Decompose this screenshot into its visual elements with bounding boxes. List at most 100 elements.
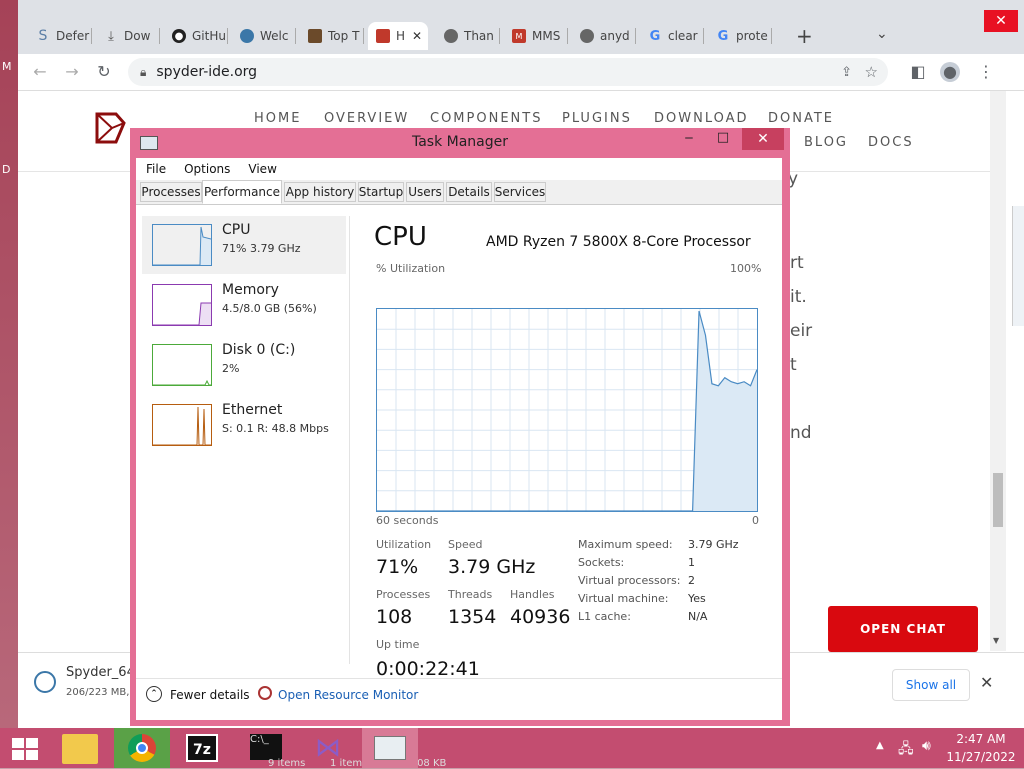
browser-tab[interactable]: ⤓ Dow xyxy=(96,22,160,50)
browser-tab[interactable]: Top T xyxy=(300,22,364,50)
chevron-up-icon[interactable]: ⌃ xyxy=(146,686,162,702)
address-bar[interactable]: 🔒︎ spyder-ide.org ⇪ ☆ xyxy=(128,58,888,86)
google-icon: G xyxy=(649,28,661,44)
show-hidden-icons[interactable]: ▲ xyxy=(876,740,884,751)
tab-startup[interactable]: Startup xyxy=(358,182,404,202)
google-icon: G xyxy=(717,28,729,44)
reload-icon[interactable]: ↻ xyxy=(94,62,114,82)
share-icon[interactable]: ⇪ xyxy=(841,65,852,80)
sidebar-item-ethernet[interactable]: Ethernet S: 0.1 R: 48.8 Mbps xyxy=(142,396,346,454)
fewer-details-link[interactable]: Fewer details xyxy=(170,688,250,702)
tab-services[interactable]: Services xyxy=(494,182,546,202)
graph-time-left: 60 seconds xyxy=(376,514,439,527)
footer-divider xyxy=(136,678,782,679)
nav-docs[interactable]: DOCS xyxy=(868,135,914,150)
uptime-value: 0:00:22:41 xyxy=(376,658,480,680)
tab-users[interactable]: Users xyxy=(406,182,444,202)
new-tab-icon[interactable]: + xyxy=(796,24,813,48)
sidebar-item-disk[interactable]: Disk 0 (C:) 2% xyxy=(142,336,346,394)
show-all-button[interactable]: Show all xyxy=(892,669,970,701)
close-download-bar-icon[interactable]: ✕ xyxy=(980,673,993,692)
tab-performance[interactable]: Performance xyxy=(202,180,282,204)
handles-label: Handles xyxy=(510,588,555,601)
github-icon: ● xyxy=(172,29,186,43)
open-resource-monitor-link[interactable]: Open Resource Monitor xyxy=(278,688,418,702)
close-icon[interactable]: ✕ xyxy=(742,128,784,150)
minimize-icon[interactable]: ‒ xyxy=(676,130,702,150)
network-icon[interactable]: 🖧︎ xyxy=(898,738,914,762)
detail-value: Yes xyxy=(688,592,706,605)
browser-tab[interactable]: anyd xyxy=(572,22,636,50)
command-prompt-icon[interactable]: C:\_ xyxy=(250,734,282,760)
cube-icon xyxy=(308,29,322,43)
nav-components[interactable]: COMPONENTS xyxy=(430,111,542,126)
sidebar-item-memory[interactable]: Memory 4.5/8.0 GB (56%) xyxy=(142,276,346,334)
processes-label: Processes xyxy=(376,588,431,601)
browser-tab-active[interactable]: H ✕ xyxy=(368,22,428,50)
cpu-utilization-graph[interactable] xyxy=(376,308,758,512)
processor-name: AMD Ryzen 7 5800X 8-Core Processor xyxy=(486,234,751,250)
nav-donate[interactable]: DONATE xyxy=(768,111,834,126)
scrollbar-thumb[interactable] xyxy=(993,473,1003,527)
download-icon: ⤓ xyxy=(108,28,114,44)
detail-value: 1 xyxy=(688,556,695,569)
more-menu-icon[interactable]: ⋮ xyxy=(976,62,996,82)
task-manager-taskbar-button[interactable] xyxy=(362,728,418,768)
browser-tab[interactable]: Than xyxy=(436,22,500,50)
maximize-icon[interactable]: □ xyxy=(710,130,736,150)
chrome-taskbar-button[interactable] xyxy=(114,728,170,768)
volume-icon[interactable]: 🔊︎ xyxy=(922,738,931,754)
globe-icon xyxy=(580,29,594,43)
detail-key: L1 cache: xyxy=(578,610,631,623)
open-chat-button[interactable]: OPEN CHAT xyxy=(828,606,978,652)
scroll-down-arrow-icon[interactable]: ▼ xyxy=(993,636,999,645)
tab-strip: ✕ S Defer ⤓ Dow ● GitHu Welc Top T H ✕ Than … xyxy=(18,0,1024,54)
chevron-down-icon[interactable]: ⌄ xyxy=(876,26,888,42)
sidebar-item-cpu[interactable]: CPU 71% 3.79 GHz xyxy=(142,216,346,274)
browser-close-icon[interactable]: ✕ xyxy=(984,10,1018,32)
windows-start-icon[interactable] xyxy=(12,738,38,760)
disk-mini-graph xyxy=(152,344,212,386)
nav-home[interactable]: HOME xyxy=(254,111,301,126)
browser-tab[interactable]: Gclear xyxy=(640,22,704,50)
sidebar-label: Ethernet xyxy=(222,402,283,418)
browser-tab[interactable]: S Defer xyxy=(28,22,92,50)
background-status-text: 9 items xyxy=(268,758,306,769)
browser-tab[interactable]: M MMS xyxy=(504,22,568,50)
page-text-fragment: it. xyxy=(790,287,807,307)
download-progress-icon xyxy=(34,671,56,693)
sidebar-value: 2% xyxy=(222,362,240,375)
7zip-icon[interactable]: 7z xyxy=(186,734,218,762)
cpu-mini-graph xyxy=(152,224,212,266)
clock-date[interactable]: 11/27/2022 xyxy=(946,750,1016,764)
nav-plugins[interactable]: PLUGINS xyxy=(562,111,632,126)
menu-file[interactable]: File xyxy=(146,162,166,176)
nav-overview[interactable]: OVERVIEW xyxy=(324,111,409,126)
browser-tab[interactable]: Welc xyxy=(232,22,296,50)
back-icon[interactable]: ← xyxy=(30,62,50,82)
ethernet-mini-graph xyxy=(152,404,212,446)
browser-tab[interactable]: ● GitHu xyxy=(164,22,228,50)
tab-row: Processes Performance App history Startu… xyxy=(136,180,782,205)
side-panel-icon[interactable]: ◧ xyxy=(908,62,928,82)
profile-avatar-icon[interactable]: ● xyxy=(940,62,960,82)
tab-details[interactable]: Details xyxy=(446,182,492,202)
task-manager-titlebar[interactable]: Task Manager ‒ □ ✕ xyxy=(130,128,790,158)
nav-blog[interactable]: BLOG xyxy=(804,135,848,150)
menu-view[interactable]: View xyxy=(248,162,276,176)
forward-icon[interactable]: → xyxy=(62,62,82,82)
tab-app-history[interactable]: App history xyxy=(284,182,356,202)
spyder-icon xyxy=(376,29,390,43)
bookmark-star-icon[interactable]: ☆ xyxy=(865,63,878,81)
menu-options[interactable]: Options xyxy=(184,162,230,176)
file-explorer-icon[interactable] xyxy=(62,734,98,764)
cpu-usage-fill xyxy=(692,311,757,511)
task-manager-body: File Options View Processes Performance … xyxy=(136,158,782,720)
close-tab-icon[interactable]: ✕ xyxy=(412,29,422,43)
utilization-label: Utilization xyxy=(376,538,432,551)
browser-tab[interactable]: Gprote xyxy=(708,22,772,50)
tab-processes[interactable]: Processes xyxy=(140,182,202,202)
clock-time[interactable]: 2:47 AM xyxy=(946,732,1016,746)
nav-download[interactable]: DOWNLOAD xyxy=(654,111,749,126)
page-scrollbar[interactable] xyxy=(990,91,1006,651)
